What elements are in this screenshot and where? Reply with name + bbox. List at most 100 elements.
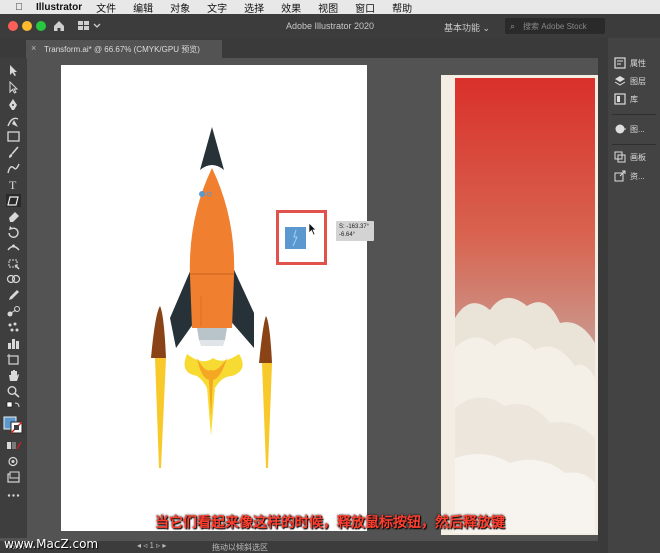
apple-icon[interactable]:  <box>10 2 28 13</box>
tools-panel: T <box>0 58 27 538</box>
home-icon[interactable] <box>52 19 66 33</box>
document-tab-bar: × Transform.ai* @ 66.67% (CMYK/GPU 预览) <box>0 38 600 58</box>
panel-divider <box>612 144 656 145</box>
paintbrush-tool-icon[interactable] <box>6 146 21 159</box>
blend-tool-icon[interactable] <box>6 305 21 318</box>
panel-divider <box>612 114 656 115</box>
menu-object[interactable]: 对象 <box>170 0 190 15</box>
hand-tool-icon[interactable] <box>6 369 21 382</box>
menu-select[interactable]: 选择 <box>244 0 264 15</box>
pen-tool-icon[interactable] <box>6 98 21 111</box>
curvature-tool-icon[interactable] <box>6 115 21 128</box>
screen-mode-icon[interactable] <box>6 471 21 484</box>
column-graph-tool-icon[interactable] <box>6 337 21 350</box>
shear-readout-tooltip: S: -163.37° -6.64° <box>336 221 374 241</box>
watermark: www.MacZ.com <box>4 537 99 551</box>
main-flame <box>184 354 243 436</box>
artboard-tool-icon[interactable] <box>6 353 21 366</box>
panel-artboards[interactable]: 画板 <box>608 148 660 166</box>
mac-menubar:  Illustrator 文件 编辑 对象 文字 选择 效果 视图 窗口 帮助 <box>0 0 660 15</box>
artboard-navigation[interactable]: ◂ ◃ 1 ▹ ▸ <box>137 541 166 550</box>
rocket-illustration[interactable] <box>140 127 280 472</box>
svg-text:T: T <box>9 178 17 191</box>
nose-cone <box>200 127 224 170</box>
eyedropper-tool-icon[interactable] <box>6 289 21 302</box>
direct-selection-tool-icon[interactable] <box>6 81 21 94</box>
zoom-window-button[interactable] <box>36 21 46 31</box>
close-tab-icon[interactable]: × <box>31 43 36 53</box>
panel-collapse-strip[interactable] <box>598 38 608 553</box>
document-tab-title: Transform.ai* @ 66.67% (CMYK/GPU 预览) <box>44 45 200 54</box>
search-icon: ⌕ <box>510 21 516 31</box>
menu-view[interactable]: 视图 <box>318 0 338 15</box>
type-tool-icon[interactable]: T <box>6 178 21 191</box>
canvas-area[interactable]: S: -163.37° -6.64° <box>27 58 598 541</box>
mouse-cursor-icon <box>308 222 317 236</box>
clouds-illustration <box>455 297 595 533</box>
menu-effect[interactable]: 效果 <box>281 0 301 15</box>
more-tools-icon[interactable] <box>6 489 21 502</box>
fill-stroke-swatch[interactable] <box>3 416 23 434</box>
stock-search-placeholder: 搜索 Adobe Stock <box>523 22 587 31</box>
panel-properties[interactable]: 属性 <box>608 54 660 72</box>
panel-asset-export[interactable]: 资... <box>608 167 660 185</box>
nozzle <box>197 328 227 340</box>
draw-mode-icon[interactable] <box>6 455 21 468</box>
rectangle-tool-icon[interactable] <box>6 130 21 143</box>
panel-image-trace-label: 图... <box>630 124 645 134</box>
libraries-icon <box>614 93 626 105</box>
close-window-button[interactable] <box>8 21 18 31</box>
image-trace-icon <box>615 124 626 134</box>
layers-icon <box>614 76 626 86</box>
panel-artboards-label: 画板 <box>630 152 646 162</box>
stock-search-input[interactable]: ⌕ 搜索 Adobe Stock <box>505 18 605 34</box>
shear-tool-icon[interactable] <box>6 194 21 207</box>
menu-edit[interactable]: 编辑 <box>133 0 153 15</box>
right-exhaust <box>262 363 272 468</box>
eraser-tool-icon[interactable] <box>6 210 21 223</box>
sheared-object[interactable] <box>285 227 306 249</box>
rocket-body <box>189 168 235 328</box>
arrange-documents-icon[interactable] <box>78 20 102 32</box>
properties-icon <box>614 57 626 69</box>
menu-help[interactable]: 帮助 <box>392 0 412 15</box>
width-tool-icon[interactable] <box>6 241 21 254</box>
shear-readout-line2: -6.64° <box>339 232 356 238</box>
workspace-switcher[interactable]: 基本功能 ⌄ <box>440 19 494 36</box>
symbol-sprayer-tool-icon[interactable] <box>6 321 21 334</box>
panel-layers-label: 图层 <box>630 76 646 86</box>
panel-properties-label: 属性 <box>630 58 646 68</box>
panel-asset-export-label: 资... <box>630 171 645 181</box>
swap-fill-stroke-icon[interactable] <box>6 401 21 414</box>
video-subtitle: 当它们看起来像这样的时候，释放鼠标按钮，然后释放键 <box>155 515 505 531</box>
shaper-tool-icon[interactable] <box>6 162 21 175</box>
left-booster <box>151 306 166 358</box>
left-exhaust <box>155 358 166 468</box>
workspace-label: 基本功能 <box>444 23 481 33</box>
panel-image-trace[interactable]: 图... <box>608 120 660 138</box>
menu-type[interactable]: 文字 <box>207 0 227 15</box>
status-text: 拖动以倾斜选区 <box>212 543 268 552</box>
shear-readout-line1: S: -163.37° <box>339 224 370 230</box>
menu-file[interactable]: 文件 <box>96 0 116 15</box>
right-panel-dock: 属性 图层 库 图... 画板 资... <box>608 38 660 553</box>
zoom-tool-icon[interactable] <box>6 385 21 398</box>
menu-window[interactable]: 窗口 <box>355 0 375 15</box>
app-bar: Adobe Illustrator 2020 基本功能 ⌄ ⌕ 搜索 Adobe… <box>0 14 660 38</box>
minimize-window-button[interactable] <box>22 21 32 31</box>
color-mode-icon[interactable] <box>6 439 21 452</box>
asset-export-icon <box>614 170 626 182</box>
panel-layers[interactable]: 图层 <box>608 72 660 90</box>
free-transform-tool-icon[interactable] <box>6 257 21 270</box>
panel-libraries-label: 库 <box>630 94 638 104</box>
selection-tool-icon[interactable] <box>6 64 21 77</box>
artboards-icon <box>614 151 626 163</box>
shape-builder-tool-icon[interactable] <box>6 273 21 286</box>
rotate-tool-icon[interactable] <box>6 226 21 239</box>
document-tab[interactable]: × Transform.ai* @ 66.67% (CMYK/GPU 预览) <box>26 40 222 58</box>
panel-libraries[interactable]: 库 <box>608 90 660 108</box>
anchor-point <box>199 191 205 197</box>
right-booster <box>259 316 272 363</box>
app-menu[interactable]: Illustrator <box>36 2 82 13</box>
chevron-down-icon: ⌄ <box>482 23 491 33</box>
